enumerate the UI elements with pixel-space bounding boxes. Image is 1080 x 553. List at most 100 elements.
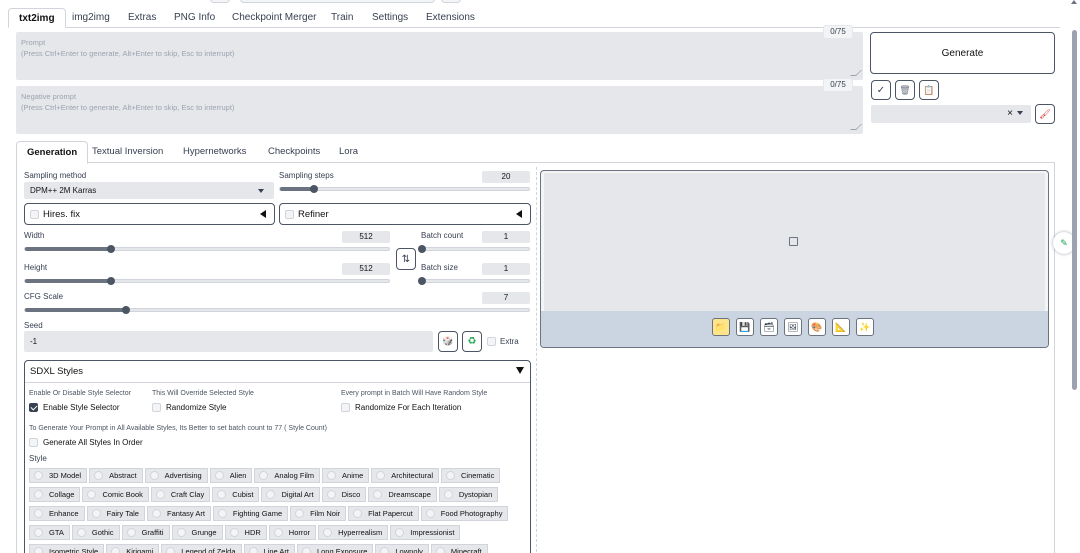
- top-stub-button[interactable]: [210, 0, 230, 3]
- style-option[interactable]: Enhance: [29, 506, 85, 521]
- scroll-up-icon[interactable]: [1071, 0, 1077, 4]
- style-option[interactable]: Horror: [268, 525, 317, 540]
- recycle-icon[interactable]: ♻: [462, 331, 482, 352]
- refiner-accordion[interactable]: Refiner: [279, 203, 531, 225]
- style-option[interactable]: Film Noir: [290, 506, 347, 521]
- style-option[interactable]: Craft Clay: [150, 487, 211, 502]
- style-option[interactable]: 3D Model: [29, 468, 88, 483]
- style-option[interactable]: Digital Art: [261, 487, 320, 502]
- style-option[interactable]: Fantasy Art: [146, 506, 211, 521]
- seed-extra-checkbox[interactable]: [487, 337, 496, 346]
- style-option[interactable]: Abstract: [89, 468, 143, 483]
- check-icon[interactable]: ✓: [871, 80, 891, 100]
- subtab-textual-inversion[interactable]: Textual Inversion: [92, 141, 163, 161]
- cfg-scale-slider[interactable]: [24, 306, 530, 314]
- randomize-each-checkbox[interactable]: [341, 403, 350, 412]
- tab-extensions[interactable]: Extensions: [426, 8, 475, 28]
- style-option[interactable]: Legend of Zelda: [161, 544, 242, 553]
- subtab-hypernetworks[interactable]: Hypernetworks: [183, 141, 246, 161]
- style-option[interactable]: Kirigami: [106, 544, 160, 553]
- tab-txt2img[interactable]: txt2img: [8, 8, 66, 28]
- clipboard-icon[interactable]: 📋: [919, 80, 939, 100]
- style-option[interactable]: Isometric Style: [29, 544, 105, 553]
- collapse-arrow-icon[interactable]: [516, 367, 524, 374]
- dice-icon[interactable]: 🎲: [438, 331, 458, 352]
- seed-input[interactable]: -1: [24, 331, 433, 352]
- scrollbar-thumb[interactable]: [1072, 30, 1077, 390]
- style-option[interactable]: Graffiti: [121, 525, 170, 540]
- styles-dropdown[interactable]: ×: [871, 105, 1031, 123]
- style-option[interactable]: Comic Book: [82, 487, 149, 502]
- style-option[interactable]: Cinematic: [440, 468, 501, 483]
- refiner-checkbox[interactable]: [285, 210, 294, 219]
- paint-brush-icon[interactable]: 🖌: [1035, 104, 1055, 124]
- height-slider[interactable]: [24, 277, 390, 285]
- swap-dimensions-icon[interactable]: ⇅: [396, 248, 416, 270]
- style-option[interactable]: Fighting Game: [212, 506, 289, 521]
- style-option[interactable]: Anime: [322, 468, 370, 483]
- tab-png-info[interactable]: PNG Info: [174, 8, 215, 28]
- subtab-generation[interactable]: Generation: [16, 141, 89, 164]
- batch-size-slider[interactable]: [418, 277, 530, 285]
- style-option[interactable]: Minecraft: [430, 544, 488, 553]
- hires-fix-accordion[interactable]: Hires. fix: [24, 203, 275, 225]
- enable-style-checkbox[interactable]: [29, 403, 38, 412]
- tab-settings[interactable]: Settings: [372, 8, 408, 28]
- generate-button[interactable]: Generate: [870, 32, 1055, 74]
- resize-grip-icon[interactable]: [850, 124, 862, 130]
- sparkle-icon[interactable]: ✨: [856, 318, 874, 336]
- randomize-style-checkbox[interactable]: [152, 403, 161, 412]
- width-slider[interactable]: [24, 245, 390, 253]
- save-icon[interactable]: 💾: [736, 318, 754, 336]
- style-option[interactable]: Grunge: [171, 525, 223, 540]
- width-input[interactable]: 512: [342, 231, 390, 243]
- style-option[interactable]: Food Photography: [420, 506, 509, 521]
- folder-icon[interactable]: 📁: [712, 318, 730, 336]
- style-option[interactable]: Dreamscape: [368, 487, 437, 502]
- trash-icon[interactable]: 🗑: [895, 80, 915, 100]
- style-option[interactable]: Long Exposure: [296, 544, 374, 553]
- style-option[interactable]: Lowpoly: [375, 544, 429, 553]
- style-option[interactable]: Disco: [321, 487, 367, 502]
- style-option[interactable]: Analog Film: [254, 468, 321, 483]
- height-input[interactable]: 512: [342, 263, 390, 275]
- prompt-input[interactable]: Prompt (Press Ctrl+Enter to generate, Al…: [16, 32, 863, 80]
- sampling-steps-slider[interactable]: [279, 185, 530, 193]
- tab-checkpoint-merger[interactable]: Checkpoint Merger: [232, 8, 316, 28]
- ruler-icon[interactable]: 📐: [832, 318, 850, 336]
- tab-extras[interactable]: Extras: [128, 8, 156, 28]
- image-icon[interactable]: 🖼: [784, 318, 802, 336]
- batch-count-slider[interactable]: [418, 245, 530, 253]
- style-option[interactable]: Cubist: [212, 487, 260, 502]
- negative-prompt-input[interactable]: Negative prompt (Press Ctrl+Enter to gen…: [16, 86, 863, 134]
- palette-icon[interactable]: 🎨: [808, 318, 826, 336]
- style-option[interactable]: Line Art: [243, 544, 295, 553]
- style-option[interactable]: Architectural: [371, 468, 439, 483]
- style-option[interactable]: Gothic: [71, 525, 120, 540]
- style-option[interactable]: GTA: [29, 525, 70, 540]
- style-option[interactable]: Advertising: [144, 468, 208, 483]
- style-option[interactable]: Alien: [209, 468, 253, 483]
- zip-icon[interactable]: 🗃: [760, 318, 778, 336]
- style-option[interactable]: Dystopian: [438, 487, 499, 502]
- cfg-scale-input[interactable]: 7: [482, 292, 530, 304]
- resize-grip-icon[interactable]: [850, 70, 862, 76]
- subtab-lora[interactable]: Lora: [339, 141, 358, 161]
- sampling-steps-input[interactable]: 20: [482, 171, 530, 183]
- style-option[interactable]: Fairy Tale: [86, 506, 145, 521]
- clear-icon[interactable]: ×: [1007, 108, 1013, 119]
- style-option[interactable]: Flat Papercut: [348, 506, 419, 521]
- top-stub-dropdown[interactable]: [240, 0, 435, 3]
- hires-fix-checkbox[interactable]: [30, 210, 39, 219]
- sampling-method-select[interactable]: DPM++ 2M Karras: [24, 182, 274, 199]
- style-option[interactable]: Hyperrealism: [318, 525, 389, 540]
- batch-size-input[interactable]: 1: [482, 263, 530, 275]
- tab-train[interactable]: Train: [331, 8, 353, 28]
- generate-all-checkbox[interactable]: [29, 438, 38, 447]
- style-option[interactable]: HDR: [224, 525, 267, 540]
- style-option[interactable]: Collage: [29, 487, 81, 502]
- tab-img2img[interactable]: img2img: [72, 8, 110, 28]
- batch-count-input[interactable]: 1: [482, 231, 530, 243]
- top-stub-button[interactable]: [441, 0, 461, 3]
- style-option[interactable]: Impressionist: [390, 525, 461, 540]
